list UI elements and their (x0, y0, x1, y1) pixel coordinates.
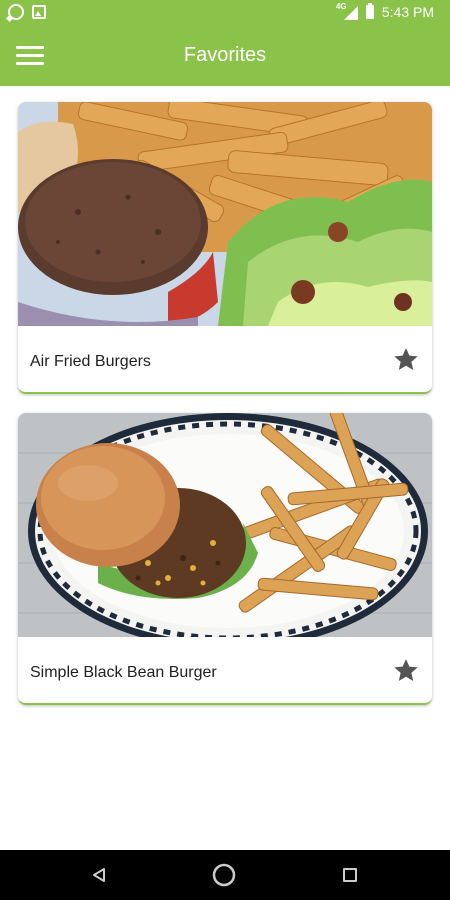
status-bar: 4G 5:43 PM (0, 0, 450, 26)
whatsapp-icon (8, 4, 24, 20)
battery-icon (365, 3, 374, 19)
recents-icon[interactable] (343, 868, 357, 882)
recipe-image[interactable] (18, 102, 432, 326)
home-icon[interactable] (212, 863, 236, 887)
app-bar: Favorites (0, 26, 450, 86)
star-icon[interactable] (392, 657, 420, 685)
image-icon (32, 5, 46, 19)
recipe-title[interactable]: Simple Black Bean Burger (30, 664, 217, 682)
recipe-title[interactable]: Air Fried Burgers (30, 353, 151, 371)
page-title: Favorites (183, 44, 267, 66)
favorite-card[interactable]: Simple Black Bean Burger (18, 413, 432, 705)
status-time: 5:43 PM (381, 4, 434, 20)
favorite-card[interactable]: Air Fried Burgers (18, 102, 432, 394)
star-icon[interactable] (392, 346, 420, 374)
recipe-image[interactable] (18, 413, 432, 637)
back-icon[interactable] (91, 867, 107, 888)
card-footer: Air Fried Burgers (18, 326, 432, 392)
system-nav-bar (0, 850, 450, 900)
signal-icon: 4G (336, 2, 358, 20)
card-footer: Simple Black Bean Burger (18, 637, 432, 703)
